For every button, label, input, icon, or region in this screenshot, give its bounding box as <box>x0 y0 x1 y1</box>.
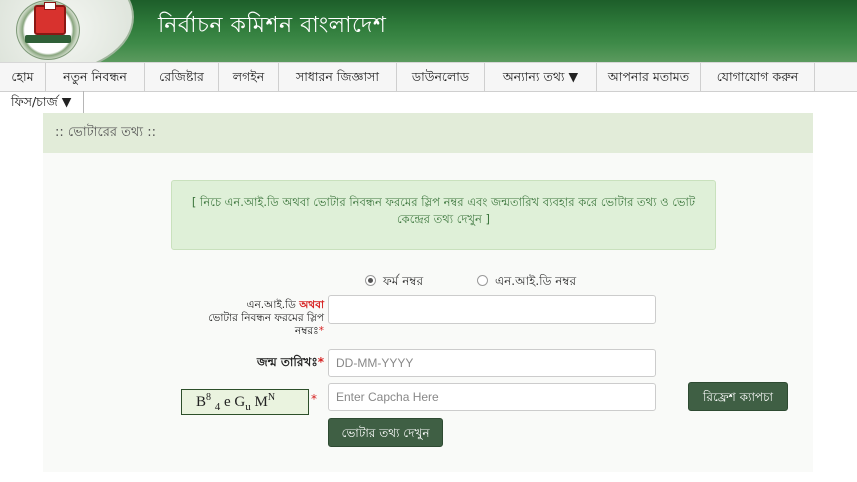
nav-item-new-registration[interactable]: নতুন নিবন্ধন <box>46 63 145 91</box>
site-header: নির্বাচন কমিশন বাংলাদেশ <box>0 0 857 62</box>
ballot-box-icon <box>34 2 66 35</box>
radio-nid-number-label: এন.আই.ডি নম্বর <box>495 274 577 288</box>
nav-item-register[interactable]: রেজিষ্টার <box>145 63 219 91</box>
dob-field-label: জন্ম তারিখঃ* <box>200 356 324 369</box>
captcha-image: B8 4 e Gu MN <box>181 389 309 415</box>
dob-label-text: জন্ম তারিখঃ <box>256 355 318 369</box>
id-label-or: অথবা <box>299 299 324 311</box>
nav-item-login[interactable]: লগইন <box>219 63 279 91</box>
nav-item-home[interactable]: হোম <box>0 63 46 91</box>
radio-unselected-icon[interactable] <box>477 275 488 286</box>
required-mark: * <box>318 325 324 337</box>
nav-row-2: ফিস/চার্জ ▼ <box>0 91 85 113</box>
election-commission-logo[interactable] <box>16 0 80 60</box>
id-number-input[interactable] <box>328 295 656 324</box>
nav-item-faq[interactable]: সাধারন জিজ্ঞাসা <box>279 63 397 91</box>
radio-form-number[interactable]: ফর্ম নম্বর <box>365 272 423 290</box>
captcha-input[interactable]: Enter Capcha Here <box>328 383 656 411</box>
id-label-number: নম্বরঃ <box>294 325 319 337</box>
radio-form-number-label: ফর্ম নম্বর <box>383 274 424 288</box>
dob-input[interactable]: DD-MM-YYYY <box>328 349 656 377</box>
id-field-label: এন.আই.ডি অথবা ভোটার নিবন্ধন ফরমের স্লিপ … <box>160 299 324 338</box>
id-label-slip: ভোটার নিবন্ধন ফরমের স্লিপ <box>208 312 324 324</box>
nav-item-feedback[interactable]: আপনার মতামত <box>597 63 701 91</box>
nav-item-other-info[interactable]: অন্যান্য তথ্য ▼ <box>485 63 597 91</box>
radio-nid-number[interactable]: এন.আই.ডি নম্বর <box>477 272 576 290</box>
instruction-alert: [ নিচে এন.আই.ডি অথবা ভোটার নিবন্ধন ফরমের… <box>171 180 716 250</box>
id-label-nid: এন.আই.ডি <box>246 299 296 311</box>
nav-item-fees[interactable]: ফিস/চার্জ ▼ <box>0 91 85 113</box>
view-voter-info-button[interactable]: ভোটার তথ্য দেখুন <box>328 418 443 447</box>
main-navigation: হোম নতুন নিবন্ধন রেজিষ্টার লগইন সাধারন জ… <box>0 62 857 92</box>
logo-ribbon <box>25 35 71 43</box>
site-title: নির্বাচন কমিশন বাংলাদেশ <box>158 13 387 38</box>
nav-item-contact[interactable]: যোগাযোগ করুন <box>701 63 815 91</box>
nav-item-download[interactable]: ডাউনলোড <box>397 63 485 91</box>
radio-selected-icon[interactable] <box>365 275 376 286</box>
refresh-captcha-button[interactable]: রিফ্রেশ ক্যাপচা <box>688 382 788 411</box>
required-mark: * <box>317 355 324 369</box>
required-mark: * <box>311 392 317 406</box>
panel-header: :: ভোটারের তথ্য :: <box>43 113 813 153</box>
panel-title: :: ভোটারের তথ্য :: <box>55 125 156 140</box>
